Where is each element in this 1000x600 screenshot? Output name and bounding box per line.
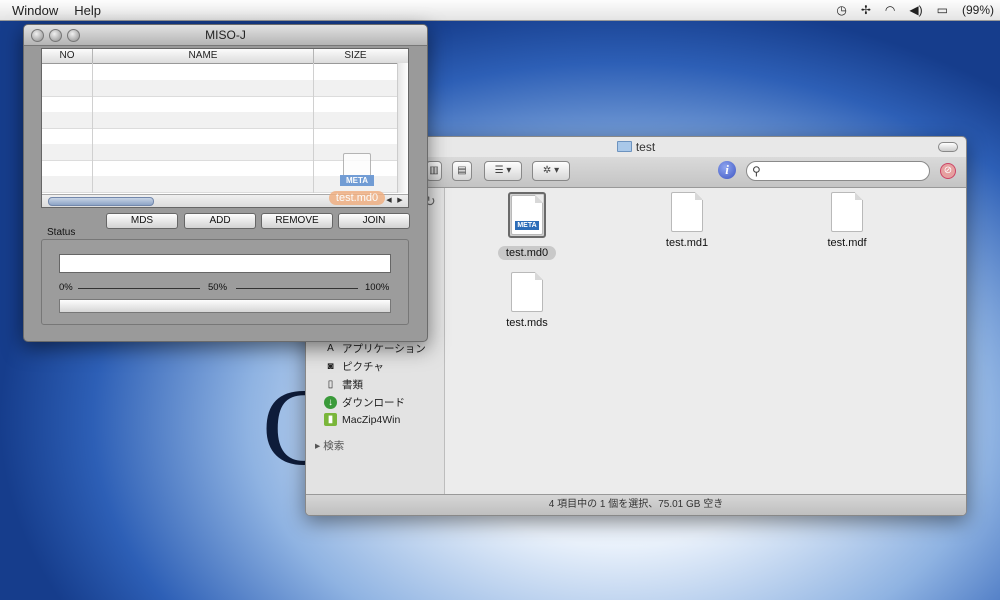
- finder-title: test: [635, 140, 656, 154]
- scale-label-0: 0%: [59, 282, 73, 293]
- status-text-field: [59, 254, 391, 273]
- column-view-button[interactable]: ▥: [426, 161, 442, 181]
- sidebar-item-applications[interactable]: A アプリケーション: [324, 341, 426, 356]
- action-gear-button[interactable]: ✲ ▾: [532, 161, 570, 181]
- scroll-thumb[interactable]: [48, 197, 154, 206]
- file-item-test-mds[interactable]: test.mds: [482, 272, 572, 329]
- close-button[interactable]: [31, 29, 44, 42]
- file-item-test-md1[interactable]: test.md1: [642, 192, 732, 249]
- scale-line: [78, 288, 200, 289]
- wifi-icon[interactable]: ◠: [885, 3, 895, 17]
- sidebar-section-search[interactable]: ▸ 検索: [315, 438, 344, 453]
- vertical-scrollbar[interactable]: [397, 63, 408, 193]
- folder-icon: [616, 141, 632, 152]
- column-divider: [313, 63, 314, 193]
- disclosure-triangle-icon: ▸: [315, 440, 321, 452]
- table-header: NO NAME SIZE: [42, 49, 408, 64]
- column-header-size[interactable]: SIZE: [314, 49, 397, 63]
- search-icon: ⚲: [752, 164, 761, 178]
- battery-icon[interactable]: ▭: [937, 3, 948, 17]
- menu-help[interactable]: Help: [66, 3, 109, 18]
- dragged-file: META test.md0: [327, 153, 387, 205]
- dragged-file-label: test.md0: [328, 191, 386, 205]
- bluetooth-icon[interactable]: ✢: [861, 3, 871, 17]
- join-button[interactable]: JOIN: [338, 213, 410, 229]
- file-item-test-md0[interactable]: META test.md0: [482, 192, 572, 260]
- file-label: test.md1: [665, 237, 709, 249]
- file-label: test.md0: [497, 246, 557, 260]
- menu-window[interactable]: Window: [0, 3, 66, 18]
- battery-label: (99%): [961, 3, 994, 17]
- scale-line: [236, 288, 358, 289]
- clear-search-icon[interactable]: ⊘: [940, 163, 956, 179]
- volume-icon[interactable]: ◀): [909, 3, 922, 17]
- miso-title: MISO-J: [205, 28, 246, 42]
- status-area: ◷ ✢ ◠ ◀) ▭ (99%): [836, 0, 994, 20]
- file-label: test.mdf: [827, 237, 867, 249]
- column-header-name[interactable]: NAME: [93, 49, 314, 63]
- add-button[interactable]: ADD: [184, 213, 256, 229]
- scale-label-100: 100%: [365, 282, 390, 293]
- table-row[interactable]: [42, 80, 397, 97]
- menu-bar: Window Help ◷ ✢ ◠ ◀) ▭ (99%): [0, 0, 1000, 21]
- table-row[interactable]: [42, 64, 397, 81]
- table-row[interactable]: [42, 128, 397, 145]
- toolbar-toggle-button[interactable]: [938, 142, 958, 152]
- document-icon: [511, 272, 543, 312]
- remove-button[interactable]: REMOVE: [261, 213, 333, 229]
- document-icon: [671, 192, 703, 232]
- column-divider: [92, 63, 93, 193]
- file-table[interactable]: NO NAME SIZE ◀ ▶ META test.md0: [41, 48, 409, 208]
- info-button[interactable]: i: [718, 161, 736, 179]
- scroll-right-icon[interactable]: ▶: [395, 196, 405, 206]
- time-machine-icon[interactable]: ◷: [836, 3, 846, 17]
- search-field[interactable]: ⚲: [746, 161, 930, 181]
- table-row[interactable]: [42, 112, 397, 129]
- mds-button[interactable]: MDS: [106, 213, 178, 229]
- file-item-test-mdf[interactable]: test.mdf: [802, 192, 892, 249]
- coverflow-view-button[interactable]: ▤: [452, 161, 472, 181]
- miso-titlebar[interactable]: MISO-J: [24, 25, 427, 46]
- file-label: test.mds: [506, 317, 548, 329]
- document-icon: META: [340, 153, 374, 186]
- finder-content: META test.md0 test.md1 test.mdf test.mds: [445, 188, 966, 495]
- status-group: 0% 50% 100%: [41, 239, 409, 325]
- document-icon: META: [511, 195, 543, 235]
- scale-label-50: 50%: [208, 282, 228, 293]
- sidebar-item-maczip4win[interactable]: ▮ MacZip4Win: [324, 413, 400, 426]
- documents-icon: ▯: [327, 379, 334, 390]
- column-header-no[interactable]: NO: [42, 49, 93, 63]
- miso-j-window: MISO-J NO NAME SIZE ◀ ▶ META test.md0 MD…: [23, 24, 428, 342]
- document-icon: [831, 192, 863, 232]
- finder-status-bar: 4 項目中の 1 個を選択、75.01 GB 空き: [306, 494, 966, 515]
- zoom-button[interactable]: [67, 29, 80, 42]
- pictures-icon: ◙: [327, 361, 334, 372]
- progress-bar: [59, 299, 391, 313]
- applications-icon: A: [327, 343, 334, 354]
- arrange-button[interactable]: ☰ ▾: [484, 161, 522, 181]
- sidebar-item-downloads[interactable]: ↓ ダウンロード: [324, 395, 405, 410]
- minimize-button[interactable]: [49, 29, 62, 42]
- table-row[interactable]: [42, 96, 397, 113]
- maczip-icon: ▮: [324, 413, 337, 426]
- downloads-icon: ↓: [324, 396, 337, 409]
- sidebar-item-pictures[interactable]: ◙ ピクチャ: [324, 359, 383, 374]
- status-label: Status: [47, 227, 76, 238]
- sidebar-item-documents[interactable]: ▯ 書類: [324, 377, 363, 392]
